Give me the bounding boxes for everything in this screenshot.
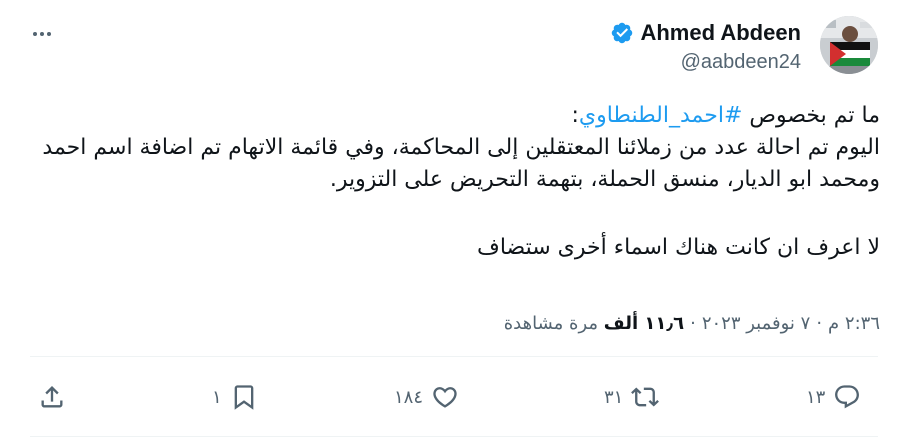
tweet-meta: ٢:٣٦ م·٧ نوفمبر ٢٠٢٣·١١٫٦ ألف مرة مشاهدة [504,313,880,334]
avatar[interactable] [820,16,878,74]
avatar-image [820,16,878,74]
hashtag-link[interactable]: #احمد_الطنطاوي [579,103,743,128]
heart-icon [433,387,457,408]
author-display-name[interactable]: Ahmed Abdeen [640,20,801,46]
tweet-line1: ما تم بخصوص #احمد_الطنطاوي: [40,100,880,132]
bookmark-icon [234,385,254,410]
share-icon [41,386,63,408]
divider [30,436,878,437]
author-handle[interactable]: @aabdeen24 [681,51,801,74]
bookmark-count: ١ [212,386,222,408]
meta-separator: · [816,313,823,334]
author-name-row: Ahmed Abdeen [610,20,801,46]
tweet-line1-prefix: ما تم بخصوص [742,103,880,128]
reply-count: ١٣ [806,386,826,408]
more-horizontal-icon[interactable] [30,22,54,46]
repost-icon [631,387,660,407]
reply-icon [835,385,860,409]
views-count: ١١٫٦ ألف [603,313,685,334]
like-button[interactable]: ١٨٤ [394,372,459,422]
reply-button[interactable]: ١٣ [806,372,861,422]
bookmark-button[interactable]: ١ [212,372,258,422]
tweet-date[interactable]: ٧ نوفمبر ٢٠٢٣ [702,313,810,334]
verified-badge-icon[interactable] [610,21,634,45]
action-bar: ١٣ ٣١ ١٨٤ ١ [0,372,908,422]
repost-button[interactable]: ٣١ [604,372,660,422]
tweet-text: ما تم بخصوص #احمد_الطنطاوي: اليوم تم احا… [40,100,880,264]
share-button[interactable] [38,372,66,422]
tweet-paragraph1: اليوم تم احالة عدد من زملائنا المعتقلين … [42,135,880,192]
tweet-paragraph2: لا اعرف ان كانت هناك اسماء أخرى ستضاف [477,235,880,260]
meta-separator: · [690,313,696,334]
tweet-card: Ahmed Abdeen @aabdeen24 ما تم بخصوص #احم… [0,0,908,440]
tweet-time[interactable]: ٢:٣٦ م [828,313,880,334]
like-count: ١٨٤ [394,386,424,408]
tweet-line1-suffix: : [571,103,579,128]
repost-count: ٣١ [604,386,624,408]
divider [30,356,878,357]
views-label: مرة مشاهدة [503,313,599,334]
